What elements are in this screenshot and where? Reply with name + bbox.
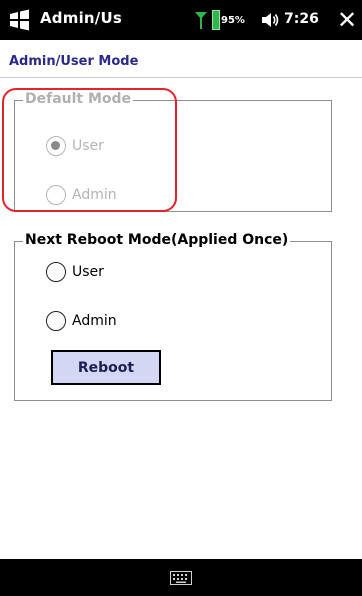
next-reboot-user-label: User [72,264,104,280]
page-header: Admin/User Mode [0,40,362,78]
signal-icon [195,12,207,29]
close-button[interactable]: ✕ [334,6,360,34]
reboot-button[interactable]: Reboot [51,350,161,385]
bottom-bar [0,559,362,596]
radio-button-icon [46,262,66,282]
title-bar: Admin/Us 95% 7:26 ✕ [0,0,362,40]
radio-button-icon [46,311,66,331]
next-reboot-admin-radio[interactable]: Admin [46,311,117,331]
battery-icon [212,10,220,30]
next-reboot-admin-label: Admin [72,313,117,329]
clock[interactable]: 7:26 [284,11,319,27]
battery-percent: 95% [221,15,245,26]
next-reboot-legend: Next Reboot Mode(Applied Once) [23,232,291,248]
page-title: Admin/User Mode [9,54,139,69]
speaker-icon[interactable] [260,10,280,30]
windows-start-icon[interactable] [8,9,32,31]
keyboard-icon[interactable] [170,571,192,585]
highlight-annotation [2,88,177,212]
app-title: Admin/Us [40,9,122,27]
next-reboot-user-radio[interactable]: User [46,262,104,282]
